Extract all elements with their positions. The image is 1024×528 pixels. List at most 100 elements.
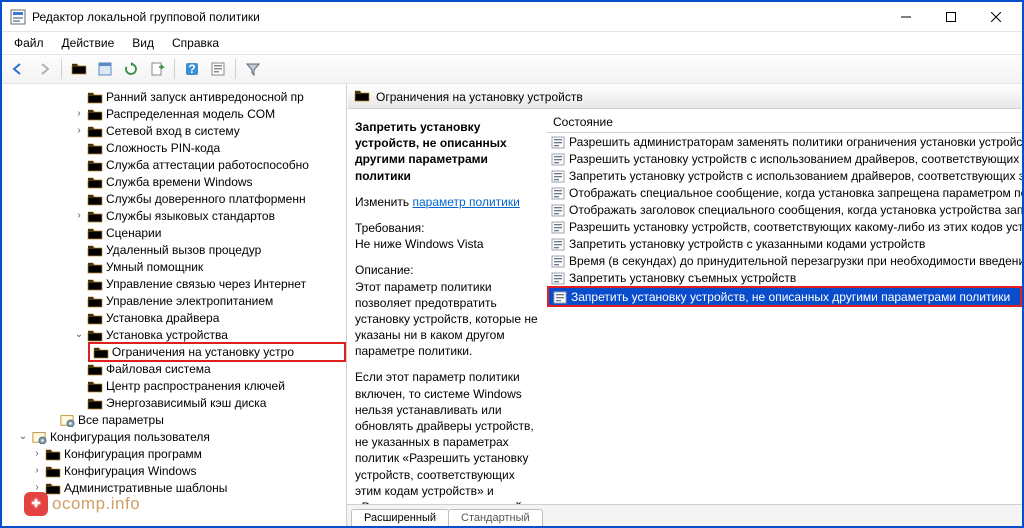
toolbar-export-button[interactable] xyxy=(145,57,169,81)
settings-list[interactable]: Состояние Разрешить администраторам заме… xyxy=(547,111,1022,504)
setting-label: Разрешить администраторам заменять полит… xyxy=(569,135,1022,149)
tree-item[interactable]: Сложность PIN-кода xyxy=(2,139,346,156)
tab-standard[interactable]: Стандартный xyxy=(448,509,543,526)
setting-row[interactable]: Запретить установку устройств с использо… xyxy=(547,167,1022,184)
settings-node-icon xyxy=(31,430,47,444)
caret-right-icon[interactable]: › xyxy=(30,465,44,476)
setting-row[interactable]: Отображать специальное сообщение, когда … xyxy=(547,184,1022,201)
toolbar-separator xyxy=(174,59,175,79)
tree-item-label: Конфигурация программ xyxy=(64,447,202,461)
menu-action[interactable]: Действие xyxy=(54,34,123,52)
tree-item[interactable]: Службы доверенного платформенн xyxy=(2,190,346,207)
caret-right-icon[interactable]: › xyxy=(72,210,86,221)
folder-icon xyxy=(87,158,103,172)
folder-icon xyxy=(45,481,61,495)
caret-right-icon[interactable]: › xyxy=(72,108,86,119)
setting-row[interactable]: Время (в секундах) до принудительной пер… xyxy=(547,252,1022,269)
menu-view[interactable]: Вид xyxy=(124,34,162,52)
setting-row[interactable]: Запретить установку съемных устройств xyxy=(547,269,1022,286)
tree-item[interactable]: › Административные шаблоны xyxy=(2,479,346,496)
setting-row[interactable]: Разрешить администраторам заменять полит… xyxy=(547,133,1022,150)
tree-item[interactable]: Удаленный вызов процедур xyxy=(2,241,346,258)
tree-item-label: Служба аттестации работоспособно xyxy=(106,158,309,172)
caret-down-icon[interactable]: ⌄ xyxy=(16,431,30,442)
menu-help[interactable]: Справка xyxy=(164,34,227,52)
tree-item[interactable]: Файловая система xyxy=(2,360,346,377)
tree-item-label: Служба времени Windows xyxy=(106,175,253,189)
toolbar-folder-button[interactable] xyxy=(67,57,91,81)
tree-item[interactable]: › Конфигурация программ xyxy=(2,445,346,462)
nav-back-button[interactable] xyxy=(6,57,30,81)
toolbar-refresh-button[interactable] xyxy=(119,57,143,81)
folder-icon xyxy=(87,328,103,342)
requirements-label: Требования: xyxy=(355,220,543,236)
edit-label: Изменить xyxy=(355,195,409,209)
tree-item-label: Управление электропитанием xyxy=(106,294,273,308)
folder-icon xyxy=(354,88,370,105)
toolbar: ? xyxy=(2,54,1022,84)
app-window: Редактор локальной групповой политики Фа… xyxy=(0,0,1024,528)
caret-right-icon[interactable]: › xyxy=(30,482,44,493)
tree-item-label: Сценарии xyxy=(106,226,161,240)
tree-item[interactable]: Установка драйвера xyxy=(2,309,346,326)
edit-policy-link[interactable]: параметр политики xyxy=(412,195,519,209)
tree-item-label: Конфигурация пользователя xyxy=(50,430,210,444)
setting-row[interactable]: Отображать заголовок специального сообще… xyxy=(547,201,1022,218)
setting-row[interactable]: Запретить установку устройств, не описан… xyxy=(547,286,1022,307)
tree-item[interactable]: Центр распространения ключей xyxy=(2,377,346,394)
caret-right-icon[interactable]: › xyxy=(30,448,44,459)
tree-item[interactable]: Ограничения на установку устро xyxy=(2,343,346,360)
policy-setting-icon xyxy=(551,271,565,285)
toolbar-separator xyxy=(235,59,236,79)
close-button[interactable] xyxy=(973,3,1018,31)
maximize-button[interactable] xyxy=(928,3,973,31)
toolbar-help-button[interactable]: ? xyxy=(180,57,204,81)
setting-row[interactable]: Разрешить установку устройств с использо… xyxy=(547,150,1022,167)
tree-item[interactable]: ⌄Установка устройства xyxy=(2,326,346,343)
nav-forward-button[interactable] xyxy=(32,57,56,81)
caret-right-icon[interactable]: › xyxy=(72,125,86,136)
folder-icon xyxy=(87,396,103,410)
tree-item[interactable]: ›Конфигурация Windows xyxy=(2,462,346,479)
caret-down-icon[interactable]: ⌄ xyxy=(72,329,86,340)
content-area: Ранний запуск антивредоносной пр›Распред… xyxy=(2,84,1022,526)
setting-row[interactable]: Разрешить установку устройств, соответст… xyxy=(547,218,1022,235)
tree-item[interactable]: Энергозависимый кэш диска xyxy=(2,394,346,411)
tree-item[interactable]: Служба времени Windows xyxy=(2,173,346,190)
tree-item[interactable]: ⌄ Конфигурация пользователя xyxy=(2,428,346,445)
folder-icon xyxy=(87,124,103,138)
tree-item[interactable]: Все параметры xyxy=(2,411,346,428)
tab-extended[interactable]: Расширенный xyxy=(351,509,449,526)
tree-item[interactable]: ›Сетевой вход в систему xyxy=(2,122,346,139)
toolbar-view-button[interactable] xyxy=(93,57,117,81)
tree-item[interactable]: › Службы языковых стандартов xyxy=(2,207,346,224)
tree-item[interactable]: Управление электропитанием xyxy=(2,292,346,309)
tree-item-label: Административные шаблоны xyxy=(64,481,227,495)
tree-item-label: Службы языковых стандартов xyxy=(106,209,275,223)
tree-item[interactable]: ›Распределенная модель COM xyxy=(2,105,346,122)
minimize-button[interactable] xyxy=(883,3,928,31)
navigation-tree[interactable]: Ранний запуск антивредоносной пр›Распред… xyxy=(2,84,347,526)
folder-icon xyxy=(87,90,103,104)
folder-icon xyxy=(87,362,103,376)
setting-label: Разрешить установку устройств, соответст… xyxy=(569,220,1022,234)
tree-item[interactable]: Служба аттестации работоспособно xyxy=(2,156,346,173)
toolbar-filter-button[interactable] xyxy=(241,57,265,81)
tree-item[interactable]: Управление связью через Интернет xyxy=(2,275,346,292)
tree-item[interactable]: Умный помощник xyxy=(2,258,346,275)
setting-label: Время (в секундах) до принудительной пер… xyxy=(569,254,1022,268)
toolbar-properties-button[interactable] xyxy=(206,57,230,81)
policy-setting-icon xyxy=(551,186,565,200)
policy-setting-icon xyxy=(551,169,565,183)
folder-icon xyxy=(45,464,61,478)
folder-icon xyxy=(87,107,103,121)
menu-file[interactable]: Файл xyxy=(6,34,52,52)
folder-icon xyxy=(87,175,103,189)
svg-text:?: ? xyxy=(188,62,195,76)
list-column-header[interactable]: Состояние xyxy=(547,111,1022,133)
tree-item[interactable]: Сценарии xyxy=(2,224,346,241)
tree-item-label: Все параметры xyxy=(78,413,164,427)
menubar: Файл Действие Вид Справка xyxy=(2,32,1022,54)
setting-row[interactable]: Запретить установку устройств с указанны… xyxy=(547,235,1022,252)
tree-item[interactable]: Ранний запуск антивредоносной пр xyxy=(2,88,346,105)
